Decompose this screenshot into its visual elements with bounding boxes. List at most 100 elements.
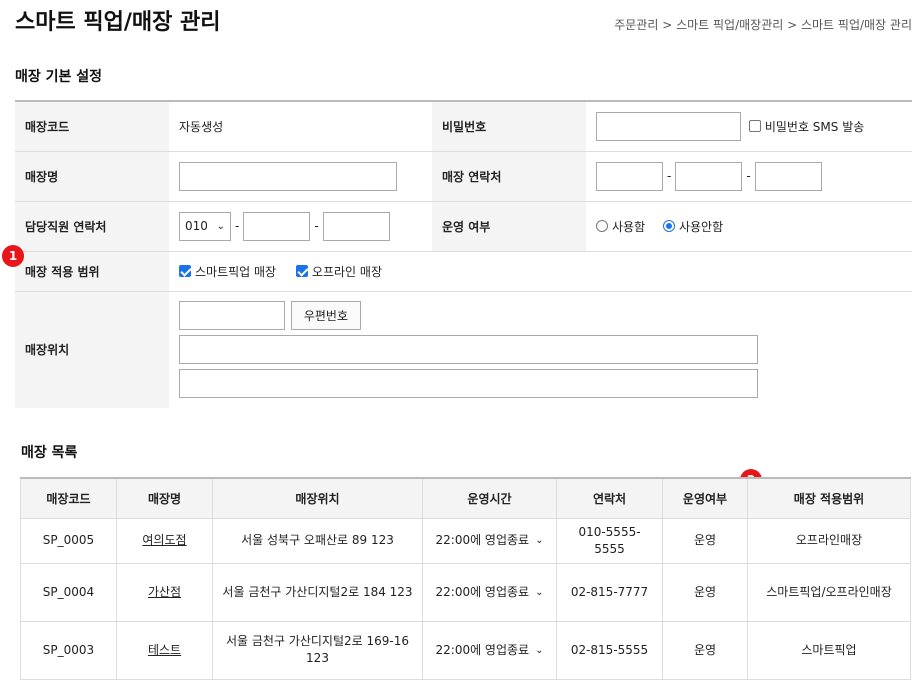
scope-step-badge: 1 (2, 245, 24, 267)
store-name-row: 매장명 매장 연락처 -- (15, 150, 912, 202)
dash-separator: - (314, 219, 319, 233)
hours-value: 22:00에 영업종료 (435, 533, 530, 547)
scope-checkbox-offline[interactable] (295, 265, 308, 277)
store-name-cell (169, 150, 432, 202)
operation-option-label: 사용함 (612, 219, 646, 234)
store-name-input[interactable] (179, 161, 397, 191)
scope-cell: 스마트픽업 매장 오프라인 매장 (169, 250, 912, 292)
operation-radio-use[interactable] (596, 220, 608, 232)
store-contact-label: 매장 연락처 (432, 150, 586, 202)
store-location-cell: 서울 금천구 가산디지털2로 169-16 123 (212, 620, 423, 680)
scope-option-label: 오프라인 매장 (311, 264, 382, 279)
contact-cell: 02-815-5555 (556, 620, 663, 680)
col-header-location: 매장위치 (212, 477, 423, 519)
breadcrumb: 주문관리 > 스마트 픽업/매장관리 > 스마트 픽업/매장 관리 (614, 18, 912, 32)
chevron-down-icon: ⌄ (535, 586, 544, 598)
store-settings-table: 매장코드 자동생성 비밀번호 비밀번호 SMS 발송 매장명 매장 연락처 --… (15, 100, 912, 408)
scope-checkbox-smartpickup[interactable] (179, 265, 191, 277)
operation-option-label: 사용안함 (678, 219, 724, 234)
operation-cell: 사용함 사용안함 (586, 200, 912, 252)
col-header-hours: 운영시간 (422, 477, 557, 519)
sms-checkbox[interactable] (748, 120, 761, 133)
col-header-name: 매장명 (116, 477, 213, 519)
dash-separator: - (667, 169, 672, 183)
staff-contact-part-2[interactable] (243, 211, 311, 241)
col-header-code: 매장코드 (20, 477, 117, 519)
store-location-cell: 서울 금천구 가산디지털2로 184 123 (212, 562, 423, 622)
page-title: 스마트 픽업/매장 관리 (15, 10, 221, 35)
col-header-status: 운영여부 (662, 477, 748, 519)
store-list-table: 매장코드 매장명 매장위치 운영시간 연락처 운영여부 매장 적용범위 SP_0… (20, 477, 911, 680)
password-cell: 비밀번호 SMS 발송 (586, 100, 912, 152)
chevron-down-icon: ⌄ (535, 644, 544, 656)
col-header-scope: 매장 적용범위 (747, 477, 911, 519)
staff-contact-part-3[interactable] (322, 211, 390, 241)
sms-label: 비밀번호 SMS 발송 (764, 119, 865, 134)
store-contact-part-1[interactable] (596, 161, 663, 191)
operation-option-use[interactable]: 사용함 (596, 219, 646, 234)
store-list-section-title: 매장 목록 (21, 445, 78, 461)
store-name-link[interactable]: 테스트 (148, 643, 181, 657)
table-row: SP_0004 가산점 서울 금천구 가산디지털2로 184 123 22:00… (20, 562, 911, 622)
store-code-cell: SP_0005 (20, 517, 117, 564)
store-contact-part-3[interactable] (754, 161, 822, 191)
store-code-value: 자동생성 (169, 100, 432, 152)
store-name-cell: 여의도점 (116, 517, 213, 564)
store-contact-cell: -- (586, 150, 912, 202)
scope-row: 매장 적용 범위 스마트픽업 매장 오프라인 매장 (15, 250, 912, 292)
hours-dropdown[interactable]: 22:00에 영업종료 ⌄ (436, 532, 544, 549)
status-cell: 운영 (662, 620, 748, 680)
hours-cell: 22:00에 영업종료 ⌄ (422, 562, 557, 622)
hours-dropdown[interactable]: 22:00에 영업종료 ⌄ (436, 584, 544, 601)
sms-option[interactable]: 비밀번호 SMS 발송 (748, 119, 865, 134)
scope-cell: 오프라인매장 (747, 517, 911, 564)
store-location-cell: 서울 성북구 오패산로 89 123 (212, 517, 423, 564)
store-code-cell: SP_0003 (20, 620, 117, 680)
password-input[interactable] (596, 111, 741, 141)
scope-cell: 스마트픽업 (747, 620, 911, 680)
hours-dropdown[interactable]: 22:00에 영업종료 ⌄ (436, 642, 544, 659)
col-header-contact: 연락처 (556, 477, 663, 519)
status-cell: 운영 (662, 517, 748, 564)
staff-prefix-select[interactable]: 010 ⌄ (179, 211, 231, 241)
status-cell: 운영 (662, 562, 748, 622)
store-name-link[interactable]: 가산점 (148, 585, 181, 599)
store-code-row: 매장코드 자동생성 비밀번호 비밀번호 SMS 발송 (15, 100, 912, 152)
scope-option-offline[interactable]: 오프라인 매장 (295, 264, 382, 279)
location-row: 매장위치 우편번호 (15, 290, 912, 408)
address-line-2-input[interactable] (179, 369, 758, 399)
hours-cell: 22:00에 영업종료 ⌄ (422, 517, 557, 564)
operation-label: 운영 여부 (432, 200, 586, 252)
store-contact-part-2[interactable] (675, 161, 743, 191)
staff-contact-row: 담당직원 연락처 010 ⌄ - - 운영 여부 사용함 사용안함 (15, 200, 912, 252)
store-name-label: 매장명 (15, 150, 169, 202)
store-list-header-row: 매장코드 매장명 매장위치 운영시간 연락처 운영여부 매장 적용범위 (20, 477, 911, 519)
store-name-cell: 테스트 (116, 620, 213, 680)
store-code-label: 매장코드 (15, 100, 169, 152)
location-label: 매장위치 (15, 290, 169, 408)
hours-value: 22:00에 영업종료 (435, 584, 530, 599)
operation-option-nouse[interactable]: 사용안함 (662, 219, 724, 234)
chevron-down-icon: ⌄ (216, 220, 225, 232)
table-row: SP_0003 테스트 서울 금천구 가산디지털2로 169-16 123 22… (20, 620, 911, 680)
scope-option-smartpickup[interactable]: 스마트픽업 매장 (179, 264, 276, 279)
store-code-cell: SP_0004 (20, 562, 117, 622)
operation-radio-nouse[interactable] (662, 220, 675, 232)
dash-separator: - (746, 169, 751, 183)
staff-contact-label: 담당직원 연락처 (15, 200, 169, 252)
postcode-button[interactable]: 우편번호 (290, 301, 361, 331)
hours-value: 22:00에 영업종료 (435, 642, 530, 657)
chevron-down-icon: ⌄ (535, 535, 544, 546)
postcode-input[interactable] (179, 301, 285, 331)
table-row: SP_0005 여의도점 서울 성북구 오패산로 89 123 22:00에 영… (20, 517, 911, 564)
staff-contact-cell: 010 ⌄ - - (169, 200, 432, 252)
address-line-1-input[interactable] (179, 335, 758, 365)
scope-label: 매장 적용 범위 (15, 250, 169, 292)
store-name-link[interactable]: 여의도점 (142, 533, 186, 547)
hours-cell: 22:00에 영업종료 ⌄ (422, 620, 557, 680)
settings-section-title: 매장 기본 설정 (15, 69, 103, 85)
password-label: 비밀번호 (432, 100, 586, 152)
location-cell: 우편번호 (169, 290, 912, 408)
scope-cell: 스마트픽업/오프라인매장 (747, 562, 911, 622)
contact-cell: 010-5555-5555 (556, 517, 663, 564)
